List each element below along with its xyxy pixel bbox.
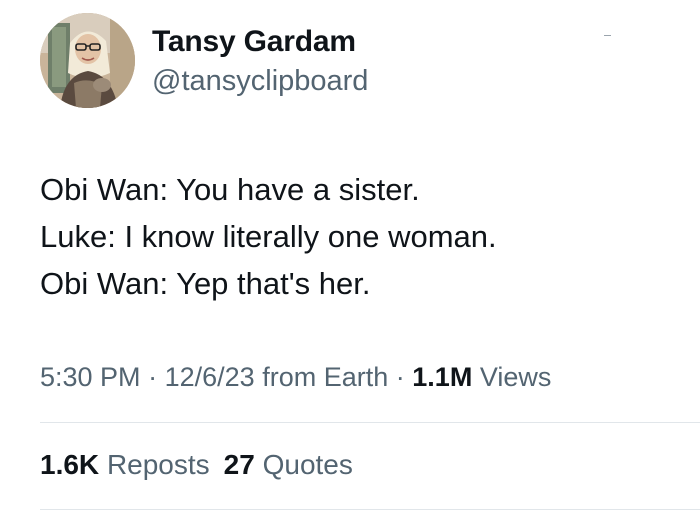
tweet-time[interactable]: 5:30 PM: [40, 362, 141, 392]
reposts-label: Reposts: [106, 449, 210, 480]
tweet-source: from Earth: [262, 362, 389, 392]
reposts-count: 1.6K: [40, 449, 100, 480]
author-display-name[interactable]: Tansy Gardam: [152, 24, 356, 60]
tweet-meta: 5:30 PM · 12/6/23 from Earth · 1.1M View…: [40, 360, 551, 394]
author-handle[interactable]: @tansyclipboard: [152, 64, 368, 98]
quotes-label: Quotes: [262, 449, 353, 480]
avatar-photo: [40, 13, 135, 108]
tweet-text-line: Obi Wan: Yep that's her.: [40, 266, 371, 301]
divider: [40, 509, 700, 510]
reposts-stat[interactable]: 1.6K Reposts: [40, 449, 210, 480]
quotes-count: 27: [223, 449, 255, 480]
quotes-stat[interactable]: 27 Quotes: [224, 449, 353, 480]
meta-separator: ·: [148, 362, 158, 392]
tweet-stats: 1.6K Reposts 27 Quotes: [40, 448, 353, 482]
divider: [40, 422, 700, 423]
avatar[interactable]: [40, 13, 135, 108]
tweet-card: Tansy Gardam @tansyclipboard Obi Wan: Yo…: [0, 0, 700, 518]
tweet-text-line: Luke: I know literally one woman.: [40, 219, 497, 254]
views-label: Views: [479, 362, 552, 392]
views-count: 1.1M: [412, 362, 473, 392]
tweet-date[interactable]: 12/6/23: [165, 362, 255, 392]
meta-separator: ·: [395, 362, 405, 392]
tweet-text-line: Obi Wan: You have a sister.: [40, 172, 420, 207]
tweet-text: Obi Wan: You have a sister. Luke: I know…: [40, 166, 680, 307]
more-options-icon[interactable]: [604, 35, 611, 36]
